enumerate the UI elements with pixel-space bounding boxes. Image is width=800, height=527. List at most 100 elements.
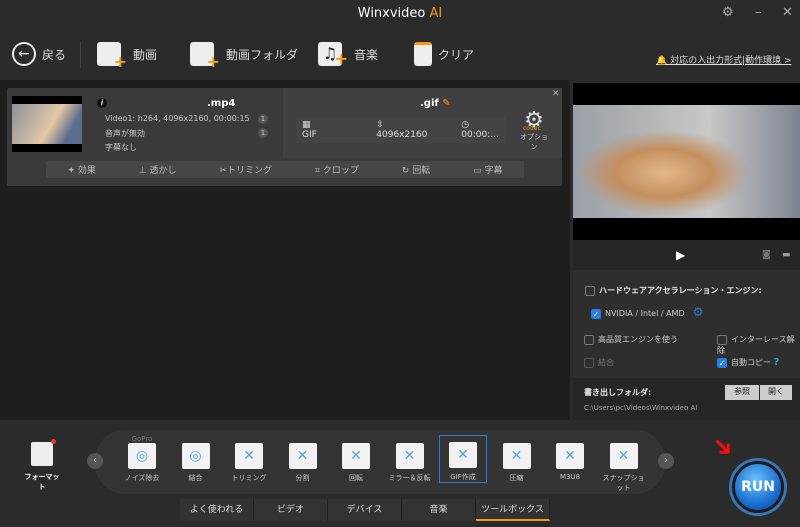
app-name: Winxvideo	[357, 6, 426, 21]
checkbox-icon	[584, 334, 594, 345]
tool-wrench-icon: ✕	[449, 442, 477, 468]
browse-button[interactable]: 参照	[725, 385, 759, 400]
tab-video[interactable]: ビデオ	[254, 499, 328, 521]
tool-wrench-icon: ✕	[235, 443, 263, 469]
tool-wrench-icon: ✕	[502, 443, 531, 469]
out-duration: 00:00:...	[461, 130, 499, 140]
gpu-checkbox[interactable]: ✓ NVIDIA / Intel / AMD ⚙	[591, 305, 703, 319]
audio-track-info[interactable]: 音声が無効	[105, 128, 145, 139]
tool-label: M3U8	[559, 473, 581, 481]
checkbox-icon	[717, 334, 727, 345]
format-button[interactable]: フォーマット	[22, 439, 62, 492]
video-thumbnail[interactable]	[12, 96, 82, 152]
snapshot-camera-icon[interactable]: ◙	[762, 250, 771, 260]
crop-label: クロップ	[322, 166, 359, 176]
tool-label: GIF作成	[450, 473, 476, 481]
tool-wrench-icon: ✕	[609, 443, 638, 469]
gpu-settings-gear-icon[interactable]: ⚙	[693, 305, 704, 319]
tool-wrench-icon: ◎	[128, 443, 156, 469]
output-format[interactable]: .gif ✎	[420, 98, 451, 109]
subtitle-button[interactable]: ▭ 字幕	[473, 163, 502, 176]
run-button[interactable]: RUN	[732, 461, 784, 513]
add-folder-button[interactable]: + 動画フォルダ	[190, 40, 299, 71]
hw-accel-checkbox[interactable]: ハードウェアアクセラレーション・エンジン:	[585, 285, 762, 296]
open-button[interactable]: 開く	[760, 385, 792, 400]
clear-label: クリア	[438, 47, 475, 62]
tool-4[interactable]: ✕ 回転	[332, 437, 380, 483]
tool-5[interactable]: ✕ ミラー＆反転	[386, 437, 434, 483]
settings-gear-icon[interactable]: ⚙	[722, 5, 734, 20]
play-button[interactable]: ▶	[676, 248, 685, 262]
add-music-button[interactable]: ♫ + 音楽	[318, 40, 378, 68]
scroll-right-button[interactable]: ›	[658, 453, 674, 469]
checkbox-icon	[584, 357, 594, 368]
back-button[interactable]: ← 戻る	[12, 40, 66, 68]
folder-add-icon: +	[190, 42, 220, 71]
film-icon: ▦	[302, 120, 311, 130]
trash-icon	[414, 42, 432, 66]
trim-button[interactable]: ✂トリミング	[219, 163, 272, 176]
codec-gear-icon: ⚙ codec	[518, 110, 550, 133]
tab-toolbox[interactable]: ツールボックス	[476, 499, 550, 521]
app-name-accent: AI	[429, 6, 443, 21]
tool-0[interactable]: GoPro ◎ ノイズ除去	[118, 435, 166, 483]
tool-3[interactable]: ✕ 分割	[279, 437, 327, 483]
deinterlace-checkbox[interactable]: インターレース解除	[717, 334, 800, 356]
codec-label: codec	[523, 125, 541, 132]
close-button[interactable]: ✕	[782, 5, 793, 20]
resize-icon: ⇳	[376, 120, 384, 130]
tool-1[interactable]: ◎ 結合	[172, 437, 220, 483]
effect-button[interactable]: ✦ 効果	[67, 163, 95, 176]
tool-9[interactable]: ✕ スナップショット	[600, 437, 648, 493]
preview-frame	[573, 105, 800, 218]
tool-8[interactable]: ✕ M3U8	[546, 437, 594, 481]
tool-label: ノイズ除去	[124, 474, 160, 482]
tool-label: トリミング	[231, 474, 267, 482]
tool-wrench-icon: ✕	[556, 443, 584, 469]
merge-checkbox[interactable]: 結合	[584, 357, 614, 368]
tool-label: スナップショット	[602, 474, 645, 492]
divider	[80, 42, 81, 68]
auto-copy-label: 自動コピー	[731, 358, 771, 367]
tab-device[interactable]: デバイス	[328, 499, 402, 521]
back-arrow-icon: ←	[12, 42, 36, 66]
rotate-button[interactable]: ↻ 回転	[402, 163, 430, 176]
output-folder-label: 書き出しフォルダ:	[584, 388, 652, 397]
video-track-info[interactable]: Video1: h264, 4096x2160, 00:00:15	[105, 114, 250, 123]
out-resolution: 4096x2160	[376, 130, 428, 140]
format-label: フォーマット	[24, 473, 60, 491]
scroll-left-button[interactable]: ‹	[87, 453, 103, 469]
help-icon[interactable]: ?	[774, 357, 780, 368]
auto-copy-checkbox[interactable]: ✓ 自動コピー ?	[717, 357, 779, 368]
clear-button[interactable]: クリア	[414, 40, 474, 68]
tool-2[interactable]: ✕ トリミング	[225, 437, 273, 483]
tool-wrench-icon: ✕	[288, 443, 317, 469]
output-summary[interactable]: ▦ GIF ⇳ 4096x2160 ◷ 00:00:...	[296, 117, 506, 143]
tool-7[interactable]: ✕ 圧縮	[493, 437, 541, 483]
add-folder-label: 動画フォルダ	[226, 47, 299, 62]
tool-label: 結合	[188, 474, 203, 482]
high-quality-checkbox[interactable]: 高品質エンジンを使う	[584, 334, 678, 345]
edit-pencil-icon[interactable]: ✎	[442, 98, 450, 109]
minimize-button[interactable]: –	[755, 5, 762, 20]
add-video-label: 動画	[133, 47, 158, 62]
duration-item: ◷ 00:00:...	[461, 120, 506, 140]
crop-button[interactable]: ⌗ クロップ	[315, 163, 359, 176]
music-add-icon: ♫ +	[318, 42, 348, 68]
open-folder-icon[interactable]: ▬	[782, 250, 791, 260]
add-video-button[interactable]: + 動画	[97, 40, 158, 71]
support-link[interactable]: 🔔 対応の入出力形式|動作環境 >	[656, 53, 792, 66]
info-icon[interactable]: i	[97, 98, 107, 108]
remove-task-icon[interactable]: ✕	[552, 89, 560, 99]
subtitle-info[interactable]: 字幕なし	[105, 142, 137, 153]
output-path[interactable]: C:\Users\pc\Videos\Winxvideo AI	[584, 404, 697, 412]
category-tabs: よく使われる ビデオ デバイス 音楽 ツールボックス	[180, 499, 550, 521]
tool-label: 分割	[295, 474, 310, 482]
tool-6[interactable]: ✕ GIF作成	[439, 435, 487, 483]
tool-wrench-icon: ◎	[181, 443, 210, 469]
codec-option-button[interactable]: ⚙ codec オプション	[518, 110, 550, 152]
out-format: GIF	[302, 130, 317, 140]
watermark-button[interactable]: ⊥ 透かし	[139, 163, 177, 176]
tab-music[interactable]: 音楽	[402, 499, 476, 521]
tab-common[interactable]: よく使われる	[180, 499, 254, 521]
